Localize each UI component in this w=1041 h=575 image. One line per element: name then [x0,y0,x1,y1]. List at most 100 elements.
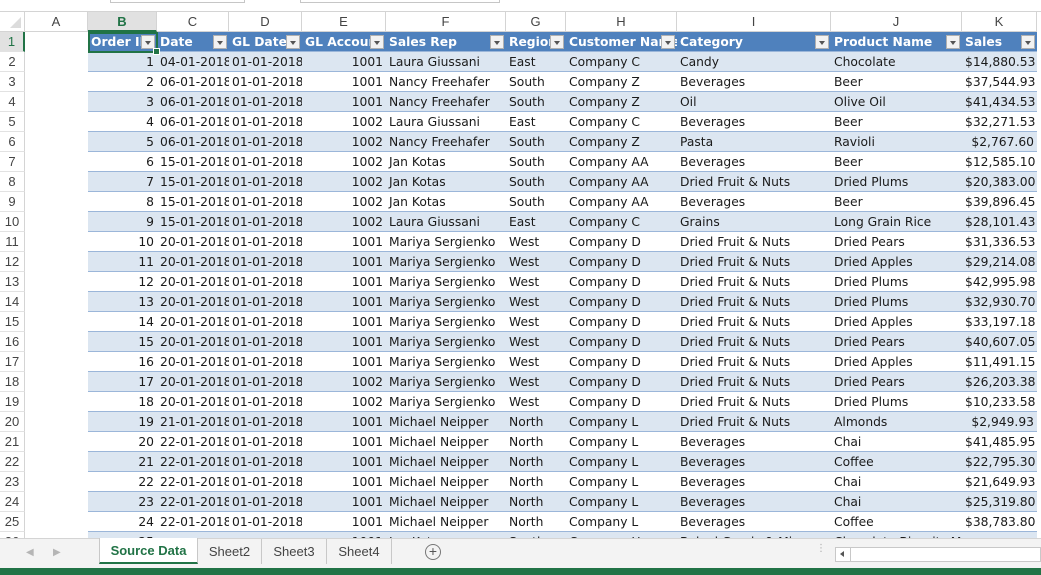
cell-category[interactable]: Beverages [677,192,831,212]
cell-product-name[interactable]: Beer [831,152,962,172]
dropdown-arrow-icon[interactable] [946,35,960,49]
cell-date[interactable]: 06-01-2018 [157,112,229,132]
cell-date[interactable]: 06-01-2018 [157,132,229,152]
cell-order-id[interactable]: 5 [88,132,157,152]
cell-sales-rep[interactable]: Michael Neipper [386,512,506,532]
triangle-left-icon[interactable]: ◀ [26,547,34,558]
row-header[interactable]: 8 [0,172,25,192]
cell-product-name[interactable]: Ravioli [831,132,962,152]
cell-gl-account[interactable]: 1002 [302,152,386,172]
dropdown-arrow-icon[interactable] [661,35,675,49]
cell-gl-account[interactable]: 1001 [302,432,386,452]
cell-gl-account[interactable]: 1001 [302,312,386,332]
cell-region[interactable]: West [506,292,566,312]
cell-region[interactable]: North [506,452,566,472]
row-header[interactable]: 11 [0,232,25,252]
header-sales-rep[interactable]: Sales Rep [386,32,506,52]
cell-gl-date[interactable]: 01-01-2018 [229,132,302,152]
cell-region[interactable]: South [506,192,566,212]
cell-a[interactable] [25,152,88,172]
cell-a[interactable] [25,372,88,392]
row-header[interactable]: 24 [0,492,25,512]
column-header-b[interactable]: B [88,12,157,32]
cell-order-id[interactable]: 21 [88,452,157,472]
cell-customer-name[interactable]: Company AA [566,172,677,192]
row-header[interactable]: 25 [0,512,25,532]
cell-date[interactable]: 21-01-2018 [157,412,229,432]
cell-sales[interactable]: $25,319.80 [962,492,1037,512]
row-header[interactable]: 2 [0,52,25,72]
cell-gl-date[interactable]: 01-01-2018 [229,292,302,312]
cell-a[interactable] [25,212,88,232]
cell-order-id[interactable]: 8 [88,192,157,212]
cell-region[interactable]: South [506,92,566,112]
cell-customer-name[interactable]: Company D [566,332,677,352]
cell-product-name[interactable]: Dried Plums [831,292,962,312]
header-region[interactable]: Region [506,32,566,52]
cell-sales-rep[interactable]: Mariya Sergienko [386,332,506,352]
header-gl-date[interactable]: GL Date [229,32,302,52]
cell-order-id[interactable]: 3 [88,92,157,112]
cell-category[interactable]: Grains [677,212,831,232]
cell-customer-name[interactable]: Company L [566,512,677,532]
cell-gl-date[interactable]: 01-01-2018 [229,192,302,212]
cell-product-name[interactable]: Coffee [831,512,962,532]
cell-product-name[interactable]: Dried Apples [831,252,962,272]
cell-region[interactable]: West [506,272,566,292]
cell-region[interactable]: West [506,372,566,392]
cell-gl-account[interactable]: 1001 [302,412,386,432]
cell-sales[interactable]: $22,795.30 [962,452,1037,472]
cell-gl-date[interactable]: 01-01-2018 [229,352,302,372]
select-all-button[interactable] [0,12,25,32]
cell-gl-account[interactable]: 1001 [302,72,386,92]
cell-gl-date[interactable]: 01-01-2018 [229,372,302,392]
cell-sales-rep[interactable]: Mariya Sergienko [386,252,506,272]
cell-sales-rep[interactable]: Mariya Sergienko [386,312,506,332]
cell-region[interactable]: West [506,232,566,252]
cell-product-name[interactable]: Beer [831,192,962,212]
cell-gl-account[interactable]: 1002 [302,112,386,132]
cell-order-id[interactable]: 12 [88,272,157,292]
cell-gl-account[interactable]: 1001 [302,92,386,112]
row-header[interactable]: 15 [0,312,25,332]
cell-sales[interactable]: $37,544.93 [962,72,1037,92]
row-header[interactable]: 5 [0,112,25,132]
cell-region[interactable]: West [506,252,566,272]
cell-sales-rep[interactable]: Michael Neipper [386,492,506,512]
cell-category[interactable]: Dried Fruit & Nuts [677,272,831,292]
cell-sales-rep[interactable]: Laura Giussani [386,212,506,232]
cell-gl-account[interactable]: 1002 [302,392,386,412]
cell-date[interactable]: 15-01-2018 [157,192,229,212]
cell-a[interactable] [25,352,88,372]
cell-category[interactable]: Dried Fruit & Nuts [677,312,831,332]
spreadsheet-grid[interactable]: A B C D E F G H I J K 1 Order ID Date GL Da… [0,12,1041,538]
cell-gl-date[interactable]: 01-01-2018 [229,492,302,512]
row-header[interactable]: 9 [0,192,25,212]
header-order-id[interactable]: Order ID [88,32,157,52]
cell-a[interactable] [25,472,88,492]
row-header[interactable]: 18 [0,372,25,392]
cell-sales-rep[interactable]: Nancy Freehafer [386,72,506,92]
cell-order-id[interactable]: 13 [88,292,157,312]
row-header[interactable]: 20 [0,412,25,432]
cell-sales[interactable]: $12,585.10 [962,152,1037,172]
cell-gl-date[interactable]: 01-01-2018 [229,212,302,232]
cell-category[interactable]: Oil [677,92,831,112]
cell-gl-account[interactable]: 1001 [302,52,386,72]
cell-region[interactable]: North [506,472,566,492]
cell-gl-account[interactable]: 1002 [302,192,386,212]
cell-order-id[interactable]: 17 [88,372,157,392]
cell-product-name[interactable]: Dried Apples [831,352,962,372]
cell-customer-name[interactable]: Company D [566,232,677,252]
dropdown-arrow-icon[interactable] [286,35,300,49]
formula-input-edge[interactable] [300,0,500,3]
cell-gl-date[interactable]: 01-01-2018 [229,432,302,452]
cell-a[interactable] [25,112,88,132]
cell-date[interactable]: 15-01-2018 [157,152,229,172]
cell-region[interactable]: West [506,312,566,332]
cell-customer-name[interactable]: Company Z [566,132,677,152]
cell-gl-date[interactable]: 01-01-2018 [229,312,302,332]
cell-order-id[interactable]: 9 [88,212,157,232]
cell-gl-account[interactable]: 1002 [302,212,386,232]
cell-sales[interactable]: $21,649.93 [962,472,1037,492]
